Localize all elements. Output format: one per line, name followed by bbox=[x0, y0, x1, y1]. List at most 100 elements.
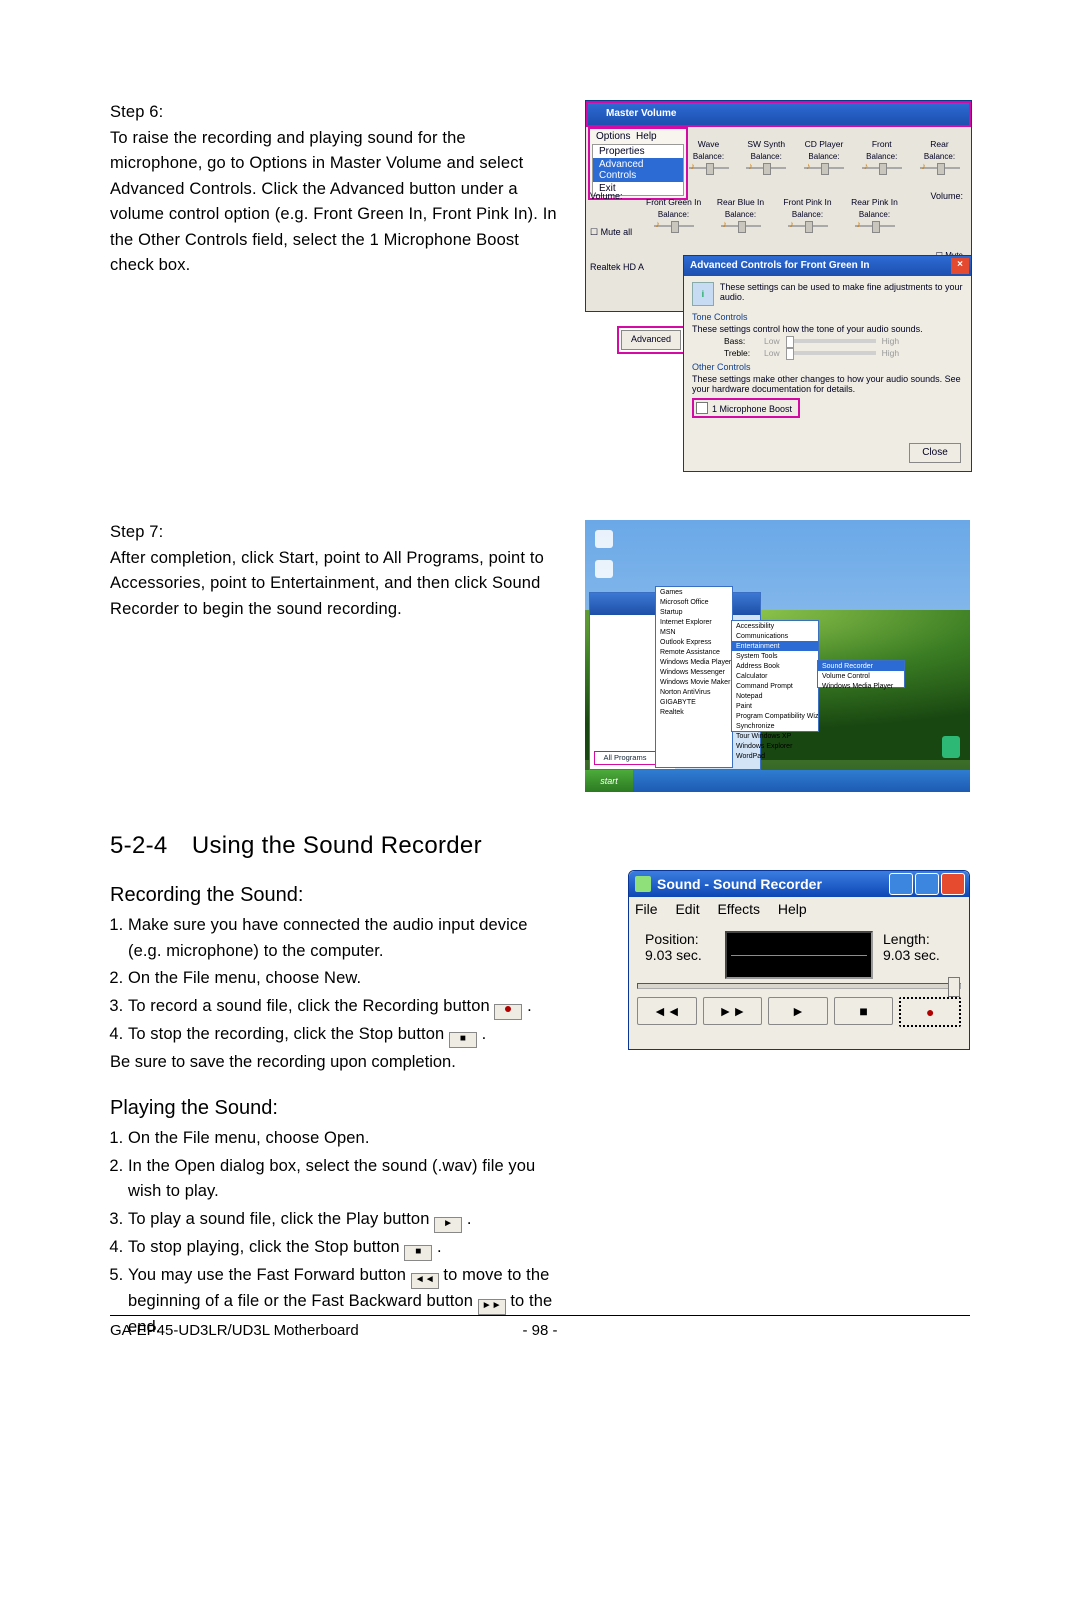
menu-item[interactable]: Realtek bbox=[656, 707, 732, 717]
page-footer: GA-EP45-UD3LR/UD3L Motherboard - 98 - bbox=[110, 1315, 970, 1339]
menu-item[interactable]: Accessibility bbox=[732, 621, 818, 631]
recording-steps: Make sure you have connected the audio i… bbox=[128, 913, 558, 1048]
ac-title-text: Advanced Controls for Front Green In bbox=[690, 256, 869, 276]
menu-item[interactable]: Windows Movie Maker bbox=[656, 677, 732, 687]
advanced-button[interactable]: Advanced bbox=[621, 330, 681, 350]
menu-item[interactable]: Notepad bbox=[732, 691, 818, 701]
rewind-button[interactable]: ◄◄ bbox=[637, 997, 697, 1025]
recycle-bin-icon[interactable] bbox=[942, 736, 960, 758]
desktop-icon[interactable] bbox=[595, 530, 613, 548]
chk-mute-all[interactable]: Mute all bbox=[601, 227, 633, 237]
mv-mid-columns: Front Green InBalance:♪ Rear Blue InBala… bbox=[646, 197, 902, 233]
menu-item[interactable]: Internet Explorer bbox=[656, 617, 732, 627]
play-button[interactable]: ► bbox=[768, 997, 828, 1025]
mv-options-dropdown[interactable]: Options Help Properties Advanced Control… bbox=[588, 127, 688, 200]
all-programs-item[interactable]: All Programs bbox=[594, 751, 656, 765]
menu-file[interactable]: File bbox=[635, 901, 658, 917]
menu-item[interactable]: Entertainment bbox=[732, 641, 818, 651]
col-rbi: Rear Blue In bbox=[713, 197, 768, 207]
mv-menu-options[interactable]: Options bbox=[596, 131, 630, 142]
flyout-entertainment[interactable]: Sound RecorderVolume ControlWindows Medi… bbox=[817, 660, 905, 688]
col-front: Front bbox=[854, 139, 909, 149]
taskbar[interactable] bbox=[585, 770, 970, 792]
treble-row[interactable]: Treble:Low High bbox=[724, 348, 963, 358]
close-icon[interactable]: × bbox=[951, 258, 969, 274]
menu-effects[interactable]: Effects bbox=[717, 901, 760, 917]
playing-heading: Playing the Sound: bbox=[110, 1097, 558, 1120]
menu-item[interactable]: Calculator bbox=[732, 671, 818, 681]
menu-item[interactable]: Windows Explorer bbox=[732, 741, 818, 751]
rec-note: Be sure to save the recording upon compl… bbox=[110, 1050, 540, 1076]
mv-left-labels: Volume: ☐ Mute all Realtek HD A bbox=[590, 191, 644, 276]
tone-desc: These settings control how the tone of y… bbox=[692, 324, 963, 334]
menu-item[interactable]: Program Compatibility Wizard bbox=[732, 711, 818, 721]
record-button[interactable]: ● bbox=[899, 997, 961, 1027]
mv-dd-properties[interactable]: Properties bbox=[593, 145, 683, 158]
play-step-3: To play a sound file, click the Play but… bbox=[128, 1207, 558, 1233]
mv-dd-advanced[interactable]: Advanced Controls bbox=[593, 158, 683, 182]
menu-item[interactable]: GIGABYTE bbox=[656, 697, 732, 707]
menu-item[interactable]: Remote Assistance bbox=[656, 647, 732, 657]
position-value: 9.03 sec. bbox=[645, 947, 715, 963]
col-rear: Rear bbox=[912, 139, 967, 149]
step7-body: After completion, click Start, point to … bbox=[110, 546, 560, 623]
lbl-volume-rt: Volume: bbox=[930, 191, 963, 201]
step7-row: Step 7: After completion, click Start, p… bbox=[110, 520, 970, 792]
menu-item[interactable]: Windows Media Player bbox=[656, 657, 732, 667]
mv-top-columns: WaveBalance:♪ SW SynthBalance:♪ CD Playe… bbox=[681, 139, 967, 175]
rec-step-3: To record a sound file, click the Record… bbox=[128, 994, 558, 1020]
flyout-accessories[interactable]: AccessibilityCommunicationsEntertainment… bbox=[731, 620, 819, 732]
menu-item[interactable]: System Tools bbox=[732, 651, 818, 661]
menu-item[interactable]: Address Book bbox=[732, 661, 818, 671]
mv-titlebar: Master Volume bbox=[586, 101, 971, 127]
menu-item[interactable]: Games bbox=[656, 587, 732, 597]
sr-app-icon bbox=[635, 876, 651, 892]
menu-item[interactable]: Synchronize bbox=[732, 721, 818, 731]
slider[interactable]: ♪ bbox=[689, 163, 729, 173]
col-fgi: Front Green In bbox=[646, 197, 701, 207]
length-label: Length: bbox=[883, 931, 953, 947]
sr-menu[interactable]: File Edit Effects Help bbox=[629, 897, 969, 921]
flyout-all-programs[interactable]: GamesMicrosoft OfficeStartupInternet Exp… bbox=[655, 586, 733, 768]
menu-item[interactable]: Windows Media Player bbox=[818, 681, 904, 691]
menu-item[interactable]: Sound Recorder bbox=[818, 661, 904, 671]
menu-item[interactable]: WordPad bbox=[732, 751, 818, 761]
menu-item[interactable]: Outlook Express bbox=[656, 637, 732, 647]
advanced-controls-window: Advanced Controls for Front Green In × i… bbox=[683, 255, 972, 472]
desktop-icon[interactable] bbox=[595, 560, 613, 578]
menu-item[interactable]: Tour Windows XP bbox=[732, 731, 818, 741]
play-icon: ► bbox=[434, 1217, 462, 1233]
menu-item[interactable]: Command Prompt bbox=[732, 681, 818, 691]
menu-item[interactable]: Startup bbox=[656, 607, 732, 617]
menu-help[interactable]: Help bbox=[778, 901, 807, 917]
close-button[interactable]: Close bbox=[909, 443, 961, 463]
rec-step-4: To stop the recording, click the Stop bu… bbox=[128, 1022, 558, 1048]
stop-icon: ■ bbox=[449, 1032, 477, 1048]
bass-row[interactable]: Bass:Low High bbox=[724, 336, 963, 346]
maximize-button[interactable] bbox=[915, 873, 939, 895]
step6-row: Step 6: To raise the recording and playi… bbox=[110, 100, 970, 480]
menu-item[interactable]: Volume Control bbox=[818, 671, 904, 681]
col-wave: Wave bbox=[681, 139, 736, 149]
menu-item[interactable]: MSN bbox=[656, 627, 732, 637]
start-button[interactable]: start bbox=[585, 770, 633, 792]
menu-item[interactable]: Windows Messenger bbox=[656, 667, 732, 677]
step6-label: Step 6: bbox=[110, 100, 560, 126]
lbl-volume: Volume: bbox=[590, 191, 644, 201]
other-controls-heading: Other Controls bbox=[692, 362, 963, 372]
sr-seek[interactable] bbox=[637, 983, 961, 989]
menu-item[interactable]: Microsoft Office bbox=[656, 597, 732, 607]
sr-title-text: Sound - Sound Recorder bbox=[657, 876, 822, 892]
mv-menu-help[interactable]: Help bbox=[636, 131, 657, 142]
menu-item[interactable]: Norton AntiVirus bbox=[656, 687, 732, 697]
sr-titlebar: Sound - Sound Recorder bbox=[629, 871, 969, 897]
menu-item[interactable]: Paint bbox=[732, 701, 818, 711]
menu-edit[interactable]: Edit bbox=[675, 901, 699, 917]
mic-boost-check[interactable]: 1 Microphone Boost bbox=[692, 398, 800, 418]
step6-body: To raise the recording and playing sound… bbox=[110, 126, 560, 279]
stop-button[interactable]: ■ bbox=[834, 997, 894, 1025]
menu-item[interactable]: Communications bbox=[732, 631, 818, 641]
fastfwd-button[interactable]: ►► bbox=[703, 997, 763, 1025]
close-button[interactable] bbox=[941, 873, 965, 895]
minimize-button[interactable] bbox=[889, 873, 913, 895]
